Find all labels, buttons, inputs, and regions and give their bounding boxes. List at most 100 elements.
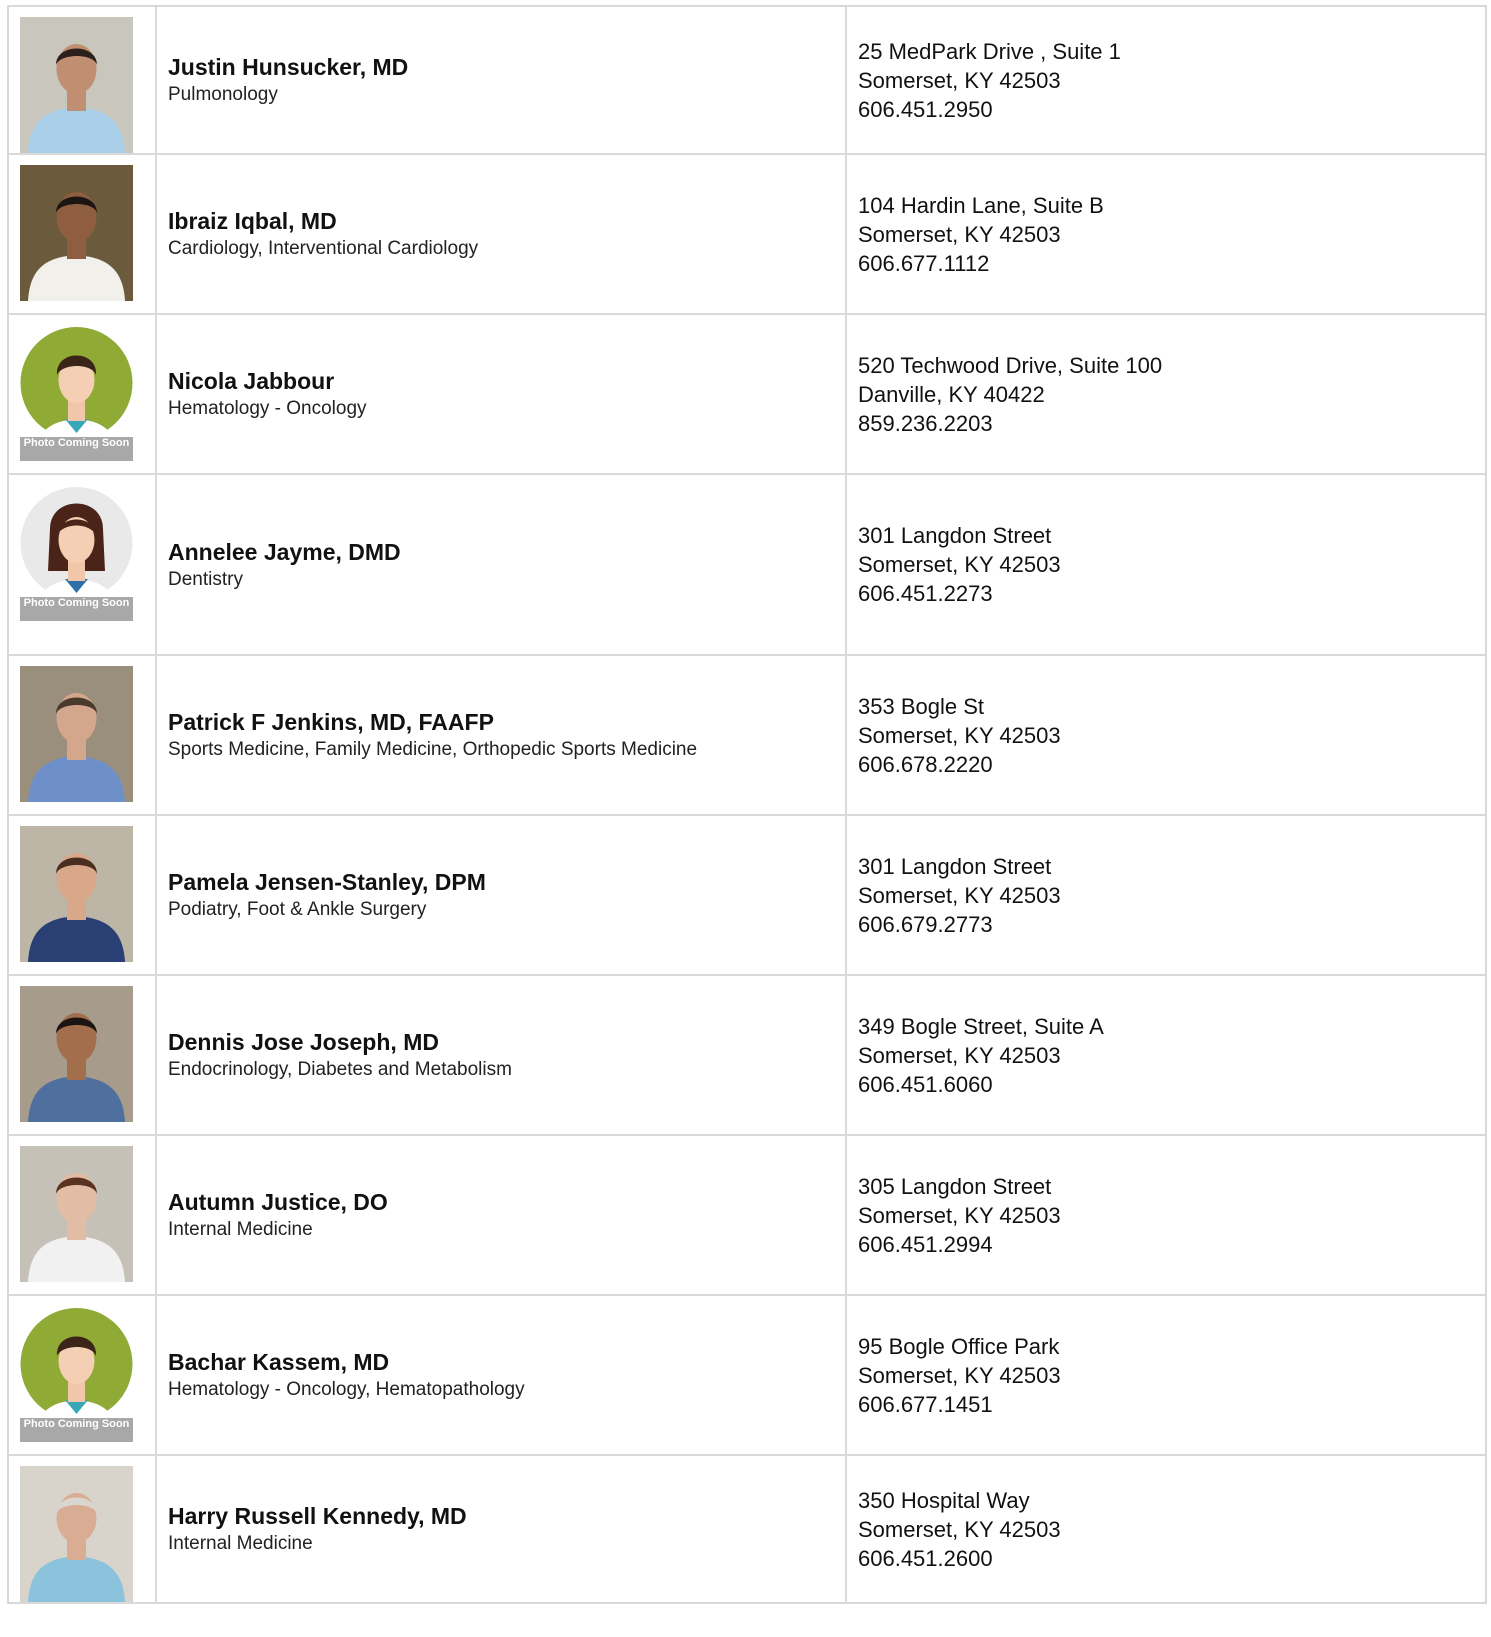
provider-info-cell: Pamela Jensen-Stanley, DPM Podiatry, Foo… — [155, 814, 847, 976]
provider-info-cell: Annelee Jayme, DMD Dentistry — [155, 473, 847, 656]
provider-specialty: Internal Medicine — [168, 1533, 313, 1554]
provider-address-cell: 353 Bogle St Somerset, KY 42503 606.678.… — [845, 654, 1487, 816]
phone-number[interactable]: 606.451.2950 — [858, 95, 1485, 124]
address-line-1: 95 Bogle Office Park — [858, 1333, 1060, 1359]
headshot-image — [20, 17, 133, 153]
headshot-image — [20, 666, 133, 802]
provider-photo[interactable] — [20, 826, 133, 962]
phone-number[interactable]: 606.451.6060 — [858, 1070, 1485, 1099]
provider-photo[interactable]: Photo Coming Soon — [20, 1306, 133, 1442]
address-line-1: 520 Techwood Drive, Suite 100 — [858, 352, 1163, 378]
provider-info-cell: Ibraiz Iqbal, MD Cardiology, Interventio… — [155, 153, 847, 315]
phone-number[interactable]: 859.236.2203 — [858, 409, 1485, 438]
provider-photo[interactable] — [20, 17, 133, 153]
provider-address-cell: 305 Langdon Street Somerset, KY 42503 60… — [845, 1134, 1487, 1296]
provider-address-cell: 104 Hardin Lane, Suite B Somerset, KY 42… — [845, 153, 1487, 315]
provider-row: Dennis Jose Joseph, MD Endocrinology, Di… — [7, 974, 1487, 1136]
photo-cell — [7, 814, 157, 976]
photo-cell — [7, 654, 157, 816]
photo-cell — [7, 5, 157, 155]
address-line-2: Somerset, KY 42503 — [858, 882, 1061, 908]
phone-number[interactable]: 606.451.2273 — [858, 579, 1485, 608]
provider-photo[interactable] — [20, 1146, 133, 1282]
provider-directory-table: Justin Hunsucker, MD Pulmonology 25 MedP… — [7, 5, 1487, 1604]
provider-info-cell: Nicola Jabbour Hematology - Oncology — [155, 313, 847, 475]
address-line-1: 353 Bogle St — [858, 693, 984, 719]
provider-address-cell: 301 Langdon Street Somerset, KY 42503 60… — [845, 814, 1487, 976]
provider-specialty: Dentistry — [168, 568, 243, 590]
provider-name[interactable]: Pamela Jensen-Stanley, DPM — [168, 867, 845, 897]
provider-name[interactable]: Autumn Justice, DO — [168, 1187, 845, 1217]
provider-photo[interactable] — [20, 666, 133, 802]
phone-number[interactable]: 606.679.2773 — [858, 910, 1485, 939]
provider-row: Photo Coming Soon Nicola Jabbour Hematol… — [7, 313, 1487, 475]
phone-number[interactable]: 606.451.2994 — [858, 1230, 1485, 1259]
provider-photo[interactable] — [20, 986, 133, 1122]
address-line-1: 104 Hardin Lane, Suite B — [858, 192, 1104, 218]
headshot-image — [20, 165, 133, 301]
provider-name[interactable]: Dennis Jose Joseph, MD — [168, 1027, 845, 1057]
provider-info-cell: Dennis Jose Joseph, MD Endocrinology, Di… — [155, 974, 847, 1136]
provider-specialty: Sports Medicine, Family Medicine, Orthop… — [168, 739, 698, 760]
provider-name[interactable]: Justin Hunsucker, MD — [168, 52, 845, 82]
provider-photo[interactable] — [20, 1466, 133, 1602]
address-line-1: 350 Hospital Way — [858, 1487, 1030, 1513]
provider-row: Autumn Justice, DO Internal Medicine 305… — [7, 1134, 1487, 1296]
provider-info-cell: Autumn Justice, DO Internal Medicine — [155, 1134, 847, 1296]
phone-number[interactable]: 606.677.1451 — [858, 1390, 1485, 1419]
photo-cell — [7, 1454, 157, 1604]
provider-address-cell: 25 MedPark Drive , Suite 1 Somerset, KY … — [845, 5, 1487, 155]
provider-specialty: Podiatry, Foot & Ankle Surgery — [168, 899, 427, 920]
headshot-image — [20, 986, 133, 1122]
provider-photo[interactable]: Photo Coming Soon — [20, 485, 133, 621]
provider-row: Photo Coming Soon Annelee Jayme, DMD Den… — [7, 473, 1487, 656]
provider-address-cell: 301 Langdon Street Somerset, KY 42503 60… — [845, 473, 1487, 656]
address-line-1: 305 Langdon Street — [858, 1173, 1052, 1199]
phone-number[interactable]: 606.451.2600 — [858, 1544, 1485, 1573]
provider-info-cell: Bachar Kassem, MD Hematology - Oncology,… — [155, 1294, 847, 1456]
provider-photo[interactable] — [20, 165, 133, 301]
photo-cell: Photo Coming Soon — [7, 313, 157, 475]
provider-row: Justin Hunsucker, MD Pulmonology 25 MedP… — [7, 5, 1487, 155]
phone-number[interactable]: 606.677.1112 — [858, 249, 1485, 278]
address-line-2: Somerset, KY 42503 — [858, 552, 1061, 577]
address-line-1: 25 MedPark Drive , Suite 1 — [858, 38, 1121, 64]
provider-specialty: Cardiology, Interventional Cardiology — [168, 238, 479, 259]
provider-address-cell: 349 Bogle Street, Suite A Somerset, KY 4… — [845, 974, 1487, 1136]
address-line-1: 301 Langdon Street — [858, 853, 1052, 879]
provider-name[interactable]: Nicola Jabbour — [168, 366, 845, 396]
phone-number[interactable]: 606.678.2220 — [858, 750, 1485, 779]
provider-name[interactable]: Bachar Kassem, MD — [168, 1347, 845, 1377]
address-line-2: Somerset, KY 42503 — [858, 67, 1061, 93]
provider-name[interactable]: Ibraiz Iqbal, MD — [168, 206, 845, 236]
provider-info-cell: Patrick F Jenkins, MD, FAAFP Sports Medi… — [155, 654, 847, 816]
provider-row: Harry Russell Kennedy, MD Internal Medic… — [7, 1454, 1487, 1604]
provider-specialty: Hematology - Oncology, Hematopathology — [168, 1379, 525, 1400]
provider-row: Ibraiz Iqbal, MD Cardiology, Interventio… — [7, 153, 1487, 315]
headshot-image — [20, 1466, 133, 1602]
address-line-2: Somerset, KY 42503 — [858, 1042, 1061, 1068]
provider-photo[interactable]: Photo Coming Soon — [20, 325, 133, 461]
provider-specialty: Hematology - Oncology — [168, 398, 367, 419]
headshot-image — [20, 826, 133, 962]
provider-row: Photo Coming Soon Bachar Kassem, MD Hema… — [7, 1294, 1487, 1456]
address-line-2: Somerset, KY 42503 — [858, 722, 1061, 748]
address-line-2: Somerset, KY 42503 — [858, 1362, 1061, 1388]
provider-name[interactable]: Harry Russell Kennedy, MD — [168, 1501, 845, 1531]
address-line-2: Somerset, KY 42503 — [858, 1202, 1061, 1228]
headshot-image — [20, 1146, 133, 1282]
photo-cell — [7, 974, 157, 1136]
provider-row: Pamela Jensen-Stanley, DPM Podiatry, Foo… — [7, 814, 1487, 976]
provider-info-cell: Justin Hunsucker, MD Pulmonology — [155, 5, 847, 155]
photo-cell: Photo Coming Soon — [7, 473, 157, 656]
photo-coming-soon-label: Photo Coming Soon — [20, 437, 133, 461]
provider-name[interactable]: Annelee Jayme, DMD — [168, 537, 845, 567]
provider-info-cell: Harry Russell Kennedy, MD Internal Medic… — [155, 1454, 847, 1604]
provider-specialty: Endocrinology, Diabetes and Metabolism — [168, 1059, 512, 1080]
photo-cell — [7, 1134, 157, 1296]
photo-coming-soon-label: Photo Coming Soon — [20, 597, 133, 621]
provider-row: Patrick F Jenkins, MD, FAAFP Sports Medi… — [7, 654, 1487, 816]
address-line-2: Danville, KY 40422 — [858, 381, 1045, 407]
provider-name[interactable]: Patrick F Jenkins, MD, FAAFP — [168, 707, 845, 737]
address-line-2: Somerset, KY 42503 — [858, 221, 1061, 247]
